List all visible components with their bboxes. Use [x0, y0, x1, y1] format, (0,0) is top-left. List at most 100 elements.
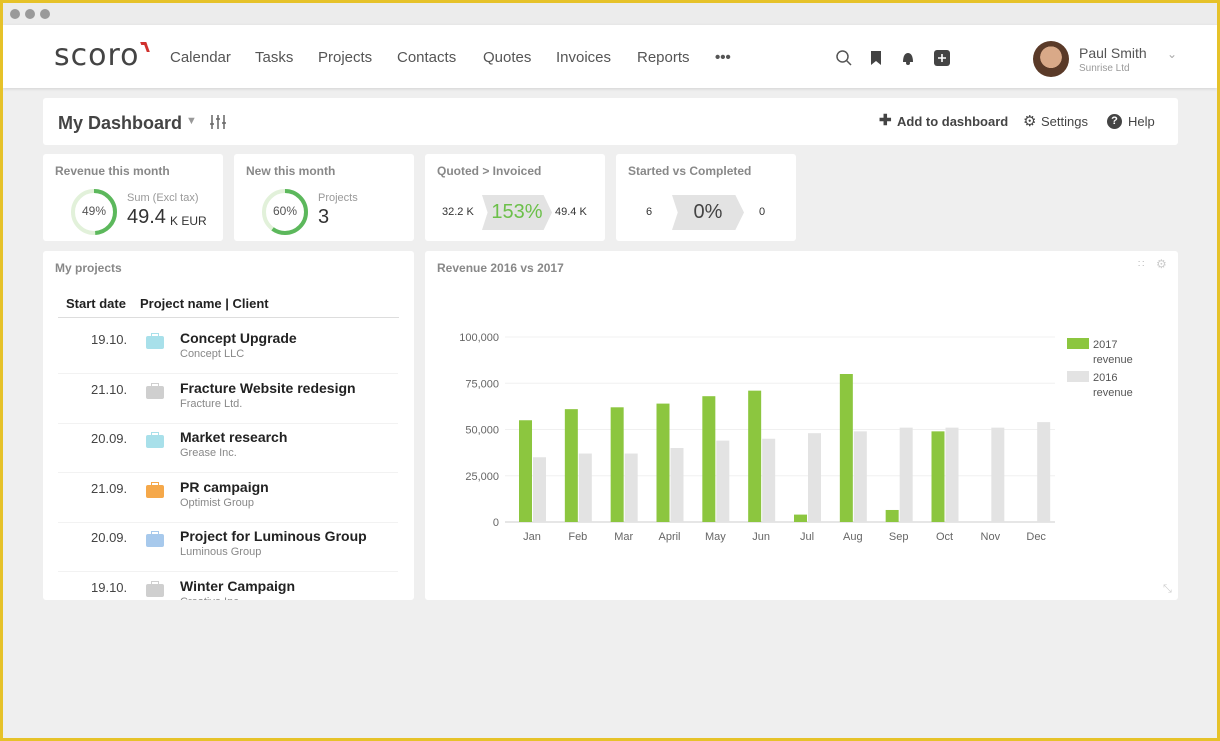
bar-2017-revenue-Jul[interactable] [794, 514, 807, 522]
bar-2016-revenue-Dec[interactable] [1037, 422, 1051, 522]
kpi-center-percent: 153% [482, 195, 552, 230]
bar-2016-revenue-Nov[interactable] [991, 427, 1005, 522]
kpi-revenue-this-month[interactable]: Revenue this month 49% Sum (Excl tax) 49… [43, 154, 223, 241]
x-tick-label: Jul [800, 531, 814, 543]
project-name[interactable]: Project for Luminous Group [180, 528, 367, 544]
nav-reports[interactable]: Reports [637, 49, 690, 66]
table-row[interactable]: 20.09. Market research Grease Inc. [58, 423, 398, 473]
bar-2017-revenue-Aug[interactable] [839, 374, 853, 522]
progress-ring: 60% [261, 188, 309, 236]
notification-bell-icon[interactable] [899, 49, 917, 67]
column-header-project-name[interactable]: Project name | Client [140, 296, 269, 311]
y-tick-label: 0 [493, 517, 499, 529]
table-row[interactable]: 19.10. Winter Campaign Creative Inc. [58, 572, 398, 601]
bookmark-icon[interactable] [867, 49, 885, 67]
table-row[interactable]: 19.10. Concept Upgrade Concept LLC [58, 324, 398, 374]
avatar[interactable] [1033, 41, 1069, 77]
kpi-quoted-invoiced[interactable]: Quoted > Invoiced 32.2 K 153% 49.4 K [425, 154, 605, 241]
nav-calendar[interactable]: Calendar [170, 49, 231, 66]
gear-icon: ⚙ [1023, 113, 1037, 130]
bar-2016-revenue-May[interactable] [716, 440, 730, 522]
help-button[interactable]: Help [1128, 114, 1155, 129]
column-header-start-date[interactable]: Start date [66, 296, 126, 311]
minimize-window-button[interactable] [25, 9, 35, 19]
nav-more[interactable]: ••• [715, 49, 731, 66]
user-name[interactable]: Paul Smith [1079, 45, 1147, 61]
progress-ring: 49% [70, 188, 118, 236]
bar-2016-revenue-Sep[interactable] [899, 427, 913, 522]
bar-2017-revenue-Oct[interactable] [931, 431, 945, 522]
nav-projects[interactable]: Projects [318, 49, 372, 66]
kpi-new-this-month[interactable]: New this month 60% Projects 3 [234, 154, 414, 241]
x-tick-label: Oct [936, 531, 953, 543]
settings-button[interactable]: Settings [1041, 114, 1088, 129]
client-name: Grease Inc. [180, 447, 237, 459]
briefcase-icon [146, 432, 164, 448]
start-date: 21.10. [91, 381, 128, 397]
project-name[interactable]: PR campaign [180, 479, 269, 495]
briefcase-icon [146, 580, 164, 597]
caret-down-icon[interactable]: ▼ [186, 115, 197, 127]
bar-2017-revenue-Sep[interactable] [885, 509, 899, 522]
start-date: 20.09. [91, 530, 128, 545]
nav-tasks[interactable]: Tasks [255, 49, 293, 66]
maximize-window-button[interactable] [40, 9, 50, 19]
client-name: Concept LLC [180, 348, 245, 360]
panel-title: My projects [55, 261, 122, 275]
nav-quotes[interactable]: Quotes [483, 49, 531, 66]
close-window-button[interactable] [10, 9, 20, 19]
client-name: Creative Inc. [180, 596, 242, 601]
briefcase-icon [146, 382, 164, 399]
bar-2016-revenue-Jun[interactable] [762, 438, 776, 522]
kpi-right-value: 0 [759, 206, 766, 218]
page-title[interactable]: My Dashboard [58, 113, 182, 134]
nav-contacts[interactable]: Contacts [397, 49, 456, 66]
table-row[interactable]: 21.09. PR campaign Optimist Group [58, 473, 398, 523]
client-name: Fracture Ltd. [180, 397, 243, 410]
bar-2016-revenue-Jul[interactable] [808, 433, 821, 522]
kpi-unit: K EUR [170, 214, 207, 228]
scoro-logo[interactable]: scoro [54, 38, 150, 73]
search-icon[interactable] [835, 49, 853, 67]
plus-icon: ✚ [879, 112, 892, 129]
kpi-right-value: 49.4 K [555, 206, 587, 218]
bar-2016-revenue-Mar[interactable] [624, 453, 638, 522]
add-to-dashboard-button[interactable]: Add to dashboard [897, 114, 1008, 129]
bar-2017-revenue-April[interactable] [656, 403, 670, 522]
x-tick-label: Nov [981, 531, 1001, 543]
browser-window: scoro Calendar Tasks Projects Contacts Q… [3, 3, 1217, 738]
client-name: Luminous Group [180, 546, 262, 558]
bar-2016-revenue-Oct[interactable] [945, 427, 959, 522]
bar-2016-revenue-Aug[interactable] [853, 431, 867, 522]
project-name[interactable]: Market research [180, 429, 287, 445]
table-row[interactable]: 21.10. Fracture Website redesign Fractur… [58, 374, 398, 424]
chevron-down-icon[interactable]: ⌄ [1167, 47, 1177, 61]
bar-2017-revenue-Feb[interactable] [564, 409, 578, 522]
kpi-left-value: 32.2 K [442, 206, 474, 218]
bar-2017-revenue-May[interactable] [702, 396, 716, 522]
resize-icon[interactable]: ⤡ [1163, 583, 1172, 596]
project-name[interactable]: Concept Upgrade [180, 330, 297, 346]
nav-invoices[interactable]: Invoices [556, 49, 611, 66]
y-tick-label: 75,000 [465, 378, 499, 390]
kpi-started-completed[interactable]: Started vs Completed 6 0% 0 [616, 154, 796, 241]
project-name[interactable]: Winter Campaign [180, 578, 295, 594]
kpi-title: Started vs Completed [628, 164, 752, 178]
table-row[interactable]: 20.09. Project for Luminous Group Lumino… [58, 522, 398, 572]
revenue-chart-panel: Revenue 2016 vs 2017 ∷ ⚙ ⤡ 0 25,000 50,000… [425, 251, 1178, 600]
x-tick-label: Jun [752, 531, 770, 543]
add-icon[interactable] [933, 49, 951, 67]
bar-2017-revenue-Jun[interactable] [748, 390, 762, 522]
start-date: 19.10. [91, 579, 128, 595]
x-tick-label: Aug [843, 531, 863, 543]
bar-2016-revenue-Feb[interactable] [578, 453, 592, 522]
x-tick-label: April [658, 531, 680, 543]
x-tick-label: May [705, 531, 726, 543]
bar-2017-revenue-Mar[interactable] [610, 407, 624, 522]
bar-2016-revenue-April[interactable] [670, 448, 684, 522]
kpi-label: Sum (Excl tax) [127, 192, 199, 204]
bar-2017-revenue-Jan[interactable] [519, 420, 532, 522]
project-name[interactable]: Fracture Website redesign [180, 380, 356, 396]
bar-2016-revenue-Jan[interactable] [533, 457, 546, 522]
sliders-icon[interactable] [209, 114, 227, 130]
